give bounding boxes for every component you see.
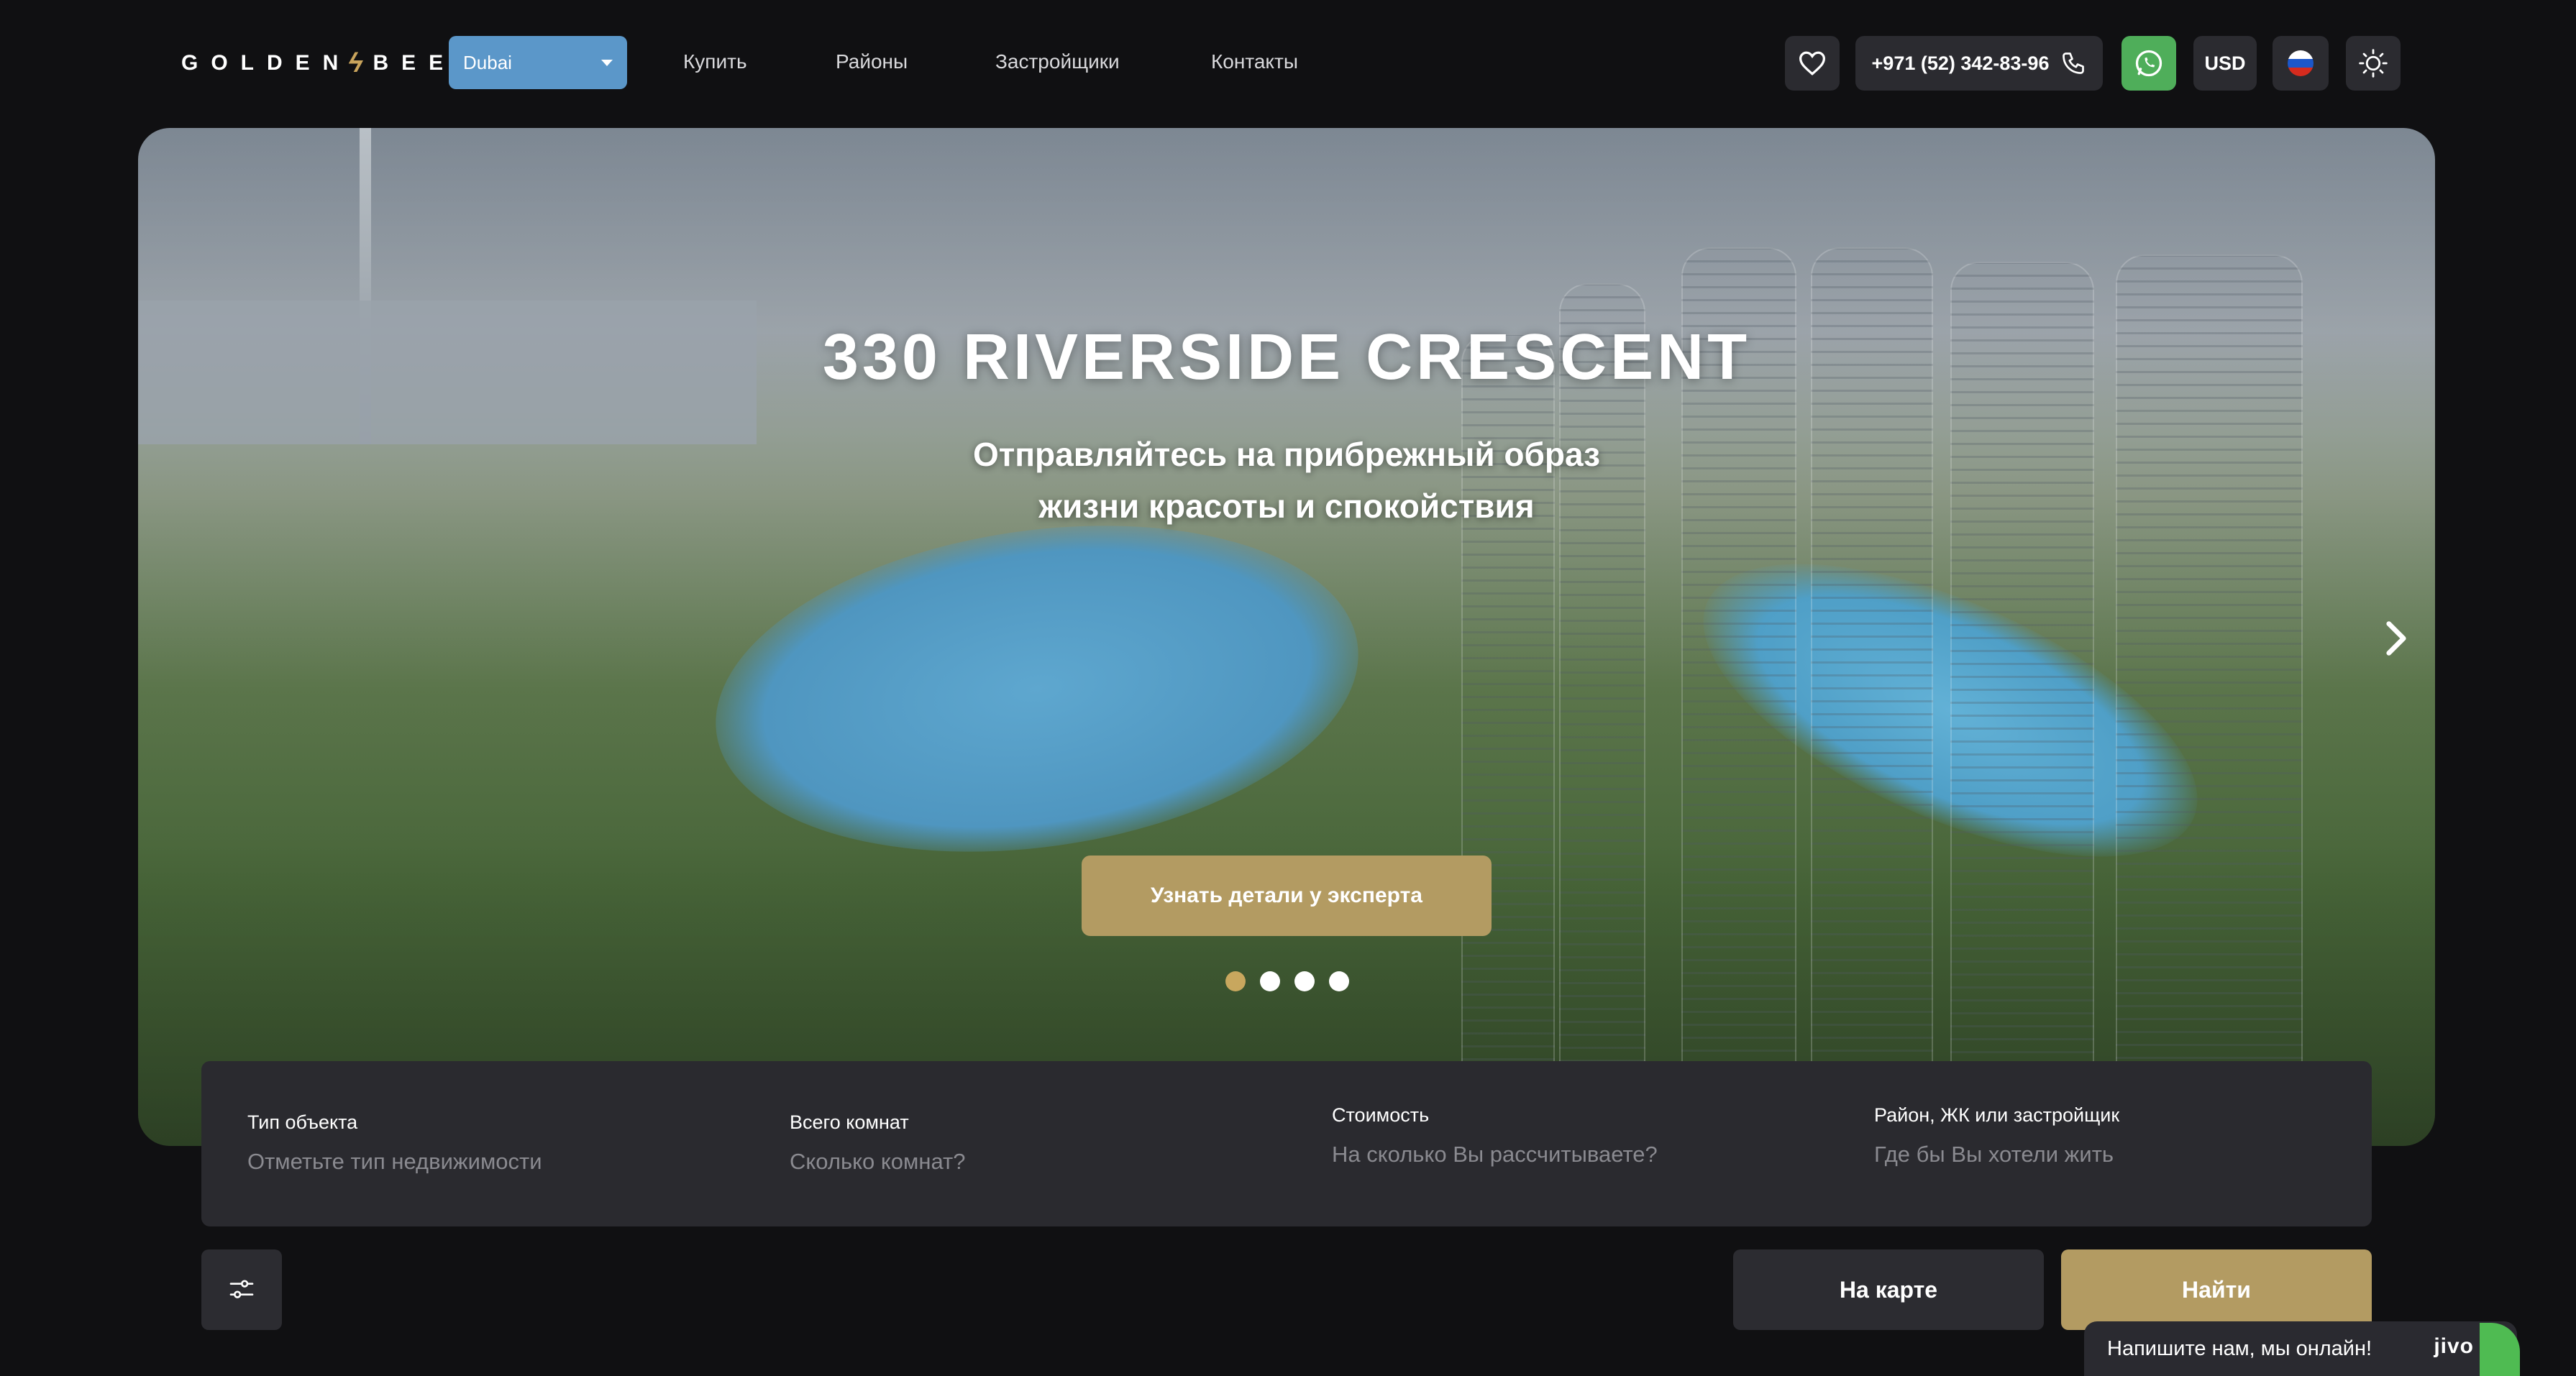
property-type-field[interactable]: Тип объекта Отметьте тип недвижимости	[247, 1061, 751, 1226]
next-slide-button[interactable]	[2375, 617, 2418, 660]
slider-dots	[1225, 971, 1349, 991]
bee-bolt-icon: ϟ	[348, 47, 363, 78]
field-label: Район, ЖК или застройщик	[1874, 1104, 2120, 1126]
field-label: Стоимость	[1332, 1104, 1430, 1126]
map-button[interactable]: На карте	[1733, 1249, 2044, 1330]
heart-icon	[1799, 51, 1826, 75]
rooms-field[interactable]: Всего комнат Сколько комнат?	[790, 1061, 1293, 1226]
field-placeholder: Где бы Вы хотели жить	[1874, 1142, 2114, 1167]
currency-button[interactable]: USD	[2193, 36, 2257, 91]
favorites-button[interactable]	[1785, 36, 1840, 91]
slider-dot-2[interactable]	[1260, 971, 1280, 991]
russian-flag-icon	[2288, 50, 2314, 76]
hero-banner: 330 RIVERSIDE CRESCENT Отправляйтесь на …	[138, 128, 2435, 1146]
lagoon-image	[694, 487, 1380, 891]
theme-toggle-button[interactable]	[2346, 36, 2401, 91]
tower-image	[1559, 283, 1645, 1146]
jivo-logo: jivo	[2434, 1334, 2474, 1358]
nav-developers[interactable]: Застройщики	[995, 47, 1120, 76]
chat-widget[interactable]: Напишите нам, мы онлайн! jivo	[2084, 1321, 2517, 1376]
nav-buy[interactable]: Купить	[683, 47, 747, 76]
location-field[interactable]: Район, ЖК или застройщик Где бы Вы хотел…	[1874, 1061, 2363, 1226]
hero-subtitle: Отправляйтесь на прибрежный образ жизни …	[927, 428, 1646, 532]
field-placeholder: Отметьте тип недвижимости	[247, 1149, 542, 1174]
logo-text-left: GOLDEN	[181, 51, 352, 75]
phone-number: +971 (52) 342-83-96	[1871, 52, 2050, 74]
logo[interactable]: GOLDEN ϟ BEE	[181, 47, 457, 78]
whatsapp-icon	[2135, 50, 2162, 77]
city-select-value: Dubai	[463, 51, 512, 73]
chevron-right-icon	[2386, 621, 2406, 656]
hero-subtitle-line: Отправляйтесь на прибрежный образ	[972, 436, 1601, 473]
field-label: Тип объекта	[247, 1111, 358, 1133]
slider-dot-3[interactable]	[1294, 971, 1315, 991]
price-field[interactable]: Стоимость На сколько Вы рассчитываете?	[1332, 1061, 1835, 1226]
city-select[interactable]: Dubai	[449, 36, 627, 89]
filters-button[interactable]	[201, 1249, 282, 1330]
language-button[interactable]	[2273, 36, 2329, 91]
sliders-icon	[229, 1280, 254, 1298]
caret-down-icon	[601, 59, 613, 66]
hero-title: 330 RIVERSIDE CRESCENT	[822, 321, 1751, 393]
logo-text-right: BEE	[373, 51, 457, 75]
field-placeholder: На сколько Вы рассчитываете?	[1332, 1142, 1658, 1167]
sun-icon	[2359, 49, 2388, 78]
field-placeholder: Сколько комнат?	[790, 1149, 966, 1174]
whatsapp-button[interactable]	[2121, 36, 2176, 91]
search-panel: Тип объекта Отметьте тип недвижимости Вс…	[201, 1061, 2372, 1226]
chat-text: Напишите нам, мы онлайн!	[2107, 1336, 2372, 1360]
slider-dot-4[interactable]	[1329, 971, 1349, 991]
phone-icon	[2063, 52, 2085, 74]
page: GOLDEN ϟ BEE Dubai Купить Районы Застрой…	[0, 0, 2576, 1376]
hero-subtitle-line: жизни красоты и спокойствия	[1038, 487, 1535, 525]
nav-districts[interactable]: Районы	[836, 47, 908, 76]
find-button[interactable]: Найти	[2061, 1249, 2372, 1330]
field-label: Всего комнат	[790, 1111, 909, 1133]
nav-contacts[interactable]: Контакты	[1211, 47, 1298, 76]
slider-dot-1[interactable]	[1225, 971, 1246, 991]
expert-details-button[interactable]: Узнать детали у эксперта	[1082, 856, 1492, 936]
phone-button[interactable]: +971 (52) 342-83-96	[1855, 36, 2103, 91]
